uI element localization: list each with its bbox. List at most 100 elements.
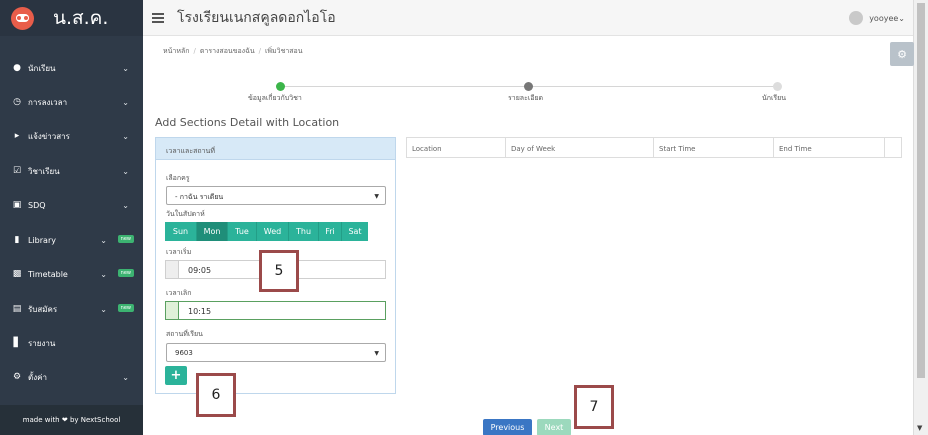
chevron-down-icon: ⌄ <box>122 372 129 382</box>
annotation-callout-7: 7 <box>574 385 614 429</box>
sidebar-item-label: การลงเวลา <box>28 97 68 107</box>
sidebar-item-reports[interactable]: ▋ รายงาน <box>0 329 143 357</box>
day-button-thu[interactable]: Thu <box>289 222 319 241</box>
chevron-down-icon: ⌄ <box>100 304 107 314</box>
sidebar-item-admission[interactable]: ▤ รับสมัคร ⌄ new <box>0 295 143 323</box>
step-connector <box>280 86 528 87</box>
scroll-down-arrow-icon[interactable]: ▼ <box>917 424 922 432</box>
days-label: วันในสัปดาห์ <box>166 210 205 218</box>
clock-addon-icon <box>166 261 179 278</box>
column-header-start-time: Start Time <box>654 138 774 157</box>
day-button-tue[interactable]: Tue <box>228 222 257 241</box>
app-window: น.ส.ค. ● นักเรียน ⌄ ◷ การลงเวลา ⌄ ▸ แจ้งข่าวส… <box>0 0 928 435</box>
caret-down-icon: ▼ <box>374 193 379 200</box>
scrollbar-thumb[interactable] <box>917 3 925 378</box>
column-header-location: Location <box>407 138 506 157</box>
chevron-down-icon: ⌄ <box>122 63 129 73</box>
sidebar-item-sdq[interactable]: ▣ SDQ ⌄ <box>0 191 143 219</box>
step-label-3: นักเรียน <box>762 94 787 102</box>
chevron-down-icon: ⌄ <box>898 13 905 23</box>
end-time-input[interactable]: 10:15 <box>165 301 386 320</box>
chevron-down-icon: ⌄ <box>122 97 129 107</box>
annotation-callout-5: 5 <box>259 250 299 292</box>
chevron-down-icon: ⌄ <box>100 235 107 245</box>
start-time-label: เวลาเริ่ม <box>166 248 192 256</box>
sidebar-footer: made with ❤ by NextSchool <box>0 405 143 435</box>
panel-title: เวลาและสถานที่ <box>156 138 395 160</box>
new-badge: new <box>117 304 134 312</box>
page-scrollbar[interactable]: ▼ <box>913 0 928 435</box>
day-button-mon[interactable]: Mon <box>197 222 228 241</box>
sidebar-item-library[interactable]: ▮ Library ⌄ new <box>0 226 143 254</box>
sidebar-item-announcements[interactable]: ▸ แจ้งข่าวสาร ⌄ <box>0 122 143 150</box>
gear-icon: ⚙ <box>897 47 907 61</box>
users-icon: ● <box>13 63 21 73</box>
column-header-actions <box>885 138 901 157</box>
book-icon: ▮ <box>14 235 20 245</box>
location-select[interactable]: 9603 ▼ <box>166 343 386 362</box>
sidebar-item-label: วิชาเรียน <box>28 166 60 176</box>
day-button-fri[interactable]: Fri <box>319 222 342 241</box>
breadcrumb: หน้าหลัก / ตารางสอนของฉัน / เพิ่มวิชาสอน <box>163 47 303 55</box>
sidebar-item-label: Timetable <box>28 269 68 279</box>
new-badge: new <box>117 269 134 277</box>
add-section-button[interactable]: + <box>165 366 187 385</box>
top-bar: โรงเรียนเนกสคูลดอกไอโอ yooyee ⌄ <box>143 0 913 36</box>
breadcrumb-home[interactable]: หน้าหลัก <box>163 47 189 55</box>
chevron-down-icon: ⌄ <box>122 166 129 176</box>
step-dot-3 <box>773 82 782 91</box>
location-value: 9603 <box>175 349 193 357</box>
end-time-label: เวลาเลิก <box>166 289 192 297</box>
step-dot-1 <box>276 82 285 91</box>
previous-button[interactable]: Previous <box>483 419 532 435</box>
school-name: โรงเรียนเนกสคูลดอกไอโอ <box>177 9 336 26</box>
step-label-1: ข้อมูลเกี่ยวกับวิชา <box>248 94 302 102</box>
day-button-wed[interactable]: Wed <box>257 222 289 241</box>
location-label: สถานที่เรียน <box>166 330 203 338</box>
annotation-callout-6: 6 <box>196 373 236 417</box>
clock-icon: ◷ <box>13 97 21 107</box>
new-badge: new <box>117 235 134 243</box>
sidebar-item-attendance[interactable]: ◷ การลงเวลา ⌄ <box>0 88 143 116</box>
breadcrumb-my-timetable[interactable]: ตารางสอนของฉัน <box>200 47 255 55</box>
page-title: Add Sections Detail with Location <box>155 116 340 129</box>
settings-gear-button[interactable]: ⚙ <box>890 42 914 66</box>
day-button-sat[interactable]: Sat <box>342 222 368 241</box>
hamburger-menu-icon[interactable] <box>152 12 164 23</box>
step-dot-2 <box>524 82 533 91</box>
logo-bar[interactable]: น.ส.ค. <box>0 0 143 36</box>
day-button-sun[interactable]: Sun <box>165 222 197 241</box>
owl-logo-icon <box>11 6 34 30</box>
sidebar-item-students[interactable]: ● นักเรียน ⌄ <box>0 54 143 82</box>
calendar-check-icon: ☑ <box>12 166 22 176</box>
teacher-select[interactable]: - กาฉัน ราเดียน ▼ <box>166 186 386 205</box>
user-menu[interactable]: yooyee ⌄ <box>849 11 905 25</box>
brand-name: น.ส.ค. <box>53 7 109 29</box>
step-connector <box>528 86 778 87</box>
teacher-value: - กาฉัน ราเดียน <box>175 193 224 201</box>
column-header-end-time: End Time <box>774 138 885 157</box>
sidebar-item-label: รายงาน <box>28 338 56 348</box>
breadcrumb-current: เพิ่มวิชาสอน <box>265 47 303 55</box>
next-button[interactable]: Next <box>537 419 571 435</box>
step-label-2: รายละเอียด <box>508 94 544 102</box>
gears-icon: ⚙ <box>12 372 22 382</box>
table-icon: ▩ <box>12 269 22 279</box>
sidebar: น.ส.ค. ● นักเรียน ⌄ ◷ การลงเวลา ⌄ ▸ แจ้งข่าวส… <box>0 0 143 435</box>
form-icon: ▤ <box>12 304 22 314</box>
sidebar-item-settings[interactable]: ⚙ ตั้งค่า ⌄ <box>0 363 143 391</box>
sidebar-item-label: รับสมัคร <box>28 304 58 314</box>
day-of-week-group: Sun Mon Tue Wed Thu Fri Sat <box>165 222 368 241</box>
chevron-down-icon: ⌄ <box>122 131 129 141</box>
sidebar-item-subjects[interactable]: ☑ วิชาเรียน ⌄ <box>0 157 143 185</box>
avatar <box>849 11 864 25</box>
sidebar-item-label: ตั้งค่า <box>28 372 47 382</box>
teacher-label: เลือกครู <box>166 174 190 182</box>
sidebar-item-label: นักเรียน <box>28 63 56 73</box>
megaphone-icon: ▸ <box>14 131 20 141</box>
end-time-value: 10:15 <box>188 307 212 316</box>
caret-down-icon: ▼ <box>374 350 379 357</box>
start-time-value: 09:05 <box>188 266 212 275</box>
sidebar-item-timetable[interactable]: ▩ Timetable ⌄ new <box>0 260 143 288</box>
chevron-down-icon: ⌄ <box>100 269 107 279</box>
